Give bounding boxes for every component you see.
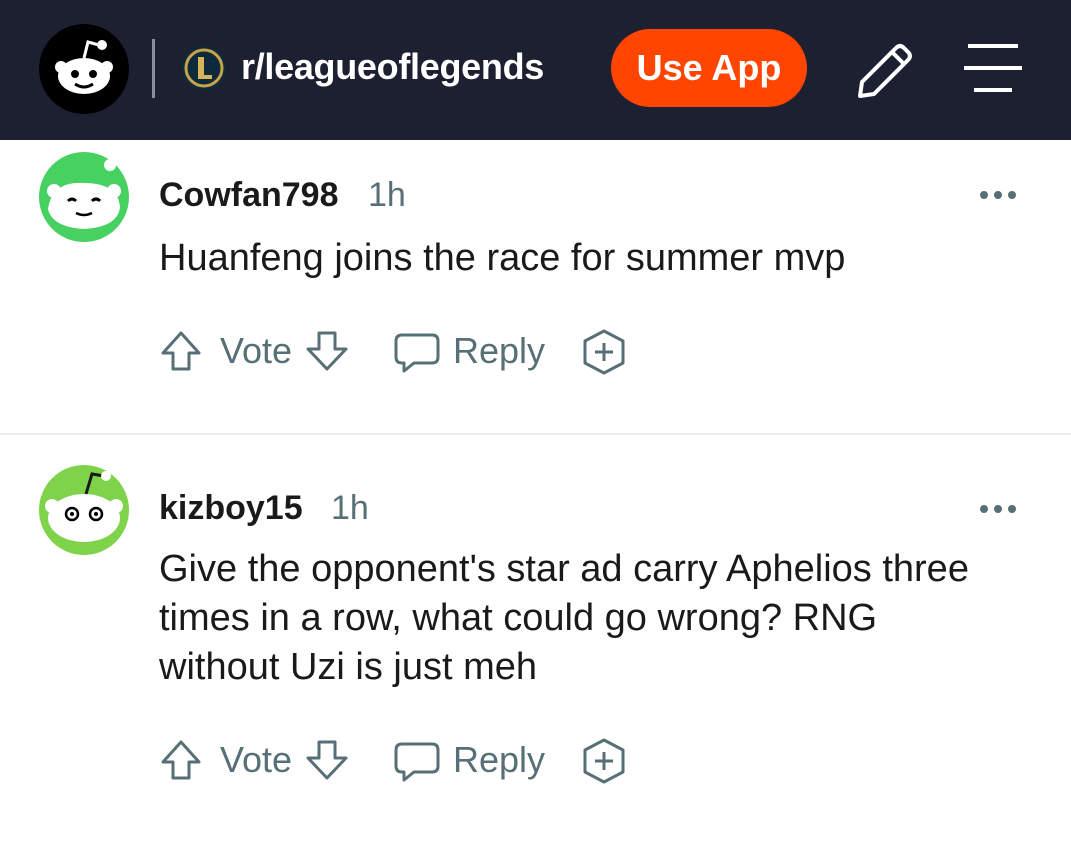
comment-author[interactable]: kizboy15 <box>159 488 303 528</box>
avatar[interactable] <box>38 464 130 556</box>
header-divider <box>152 39 155 98</box>
subreddit-name[interactable]: r/leagueoflegends <box>241 44 544 90</box>
subreddit-icon[interactable] <box>181 45 227 91</box>
more-options-icon[interactable] <box>978 188 1018 200</box>
vote-label: Vote <box>220 739 293 780</box>
downvote-arrow-icon[interactable] <box>304 738 350 782</box>
vote-label: Vote <box>220 330 293 371</box>
award-icon[interactable] <box>579 327 629 377</box>
comment-actions: Vote Reply <box>159 732 639 788</box>
downvote-arrow-icon[interactable] <box>304 329 350 373</box>
comment: kizboy15 1h Give the opponent's star ad … <box>0 435 1071 845</box>
reply-bubble-icon[interactable] <box>392 740 442 784</box>
reply-bubble-icon[interactable] <box>392 331 442 375</box>
comment: Cowfan798 1h Huanfeng joins the race for… <box>0 140 1071 435</box>
upvote-arrow-icon[interactable] <box>159 329 203 373</box>
upvote-arrow-icon[interactable] <box>159 738 203 782</box>
use-app-button[interactable]: Use App <box>611 29 807 107</box>
top-bar: r/leagueoflegends Use App <box>0 0 1071 140</box>
award-icon[interactable] <box>579 736 629 786</box>
avatar[interactable] <box>38 151 130 243</box>
comment-time: 1h <box>331 489 369 527</box>
comment-time: 1h <box>368 176 406 214</box>
comment-body: Huanfeng joins the race for summer mvp <box>159 237 846 279</box>
pencil-icon[interactable] <box>852 40 916 102</box>
reply-button[interactable]: Reply <box>453 732 545 788</box>
comment-author[interactable]: Cowfan798 <box>159 175 339 215</box>
comment-body: Give the opponent's star ad carry Apheli… <box>159 548 969 688</box>
menu-icon[interactable] <box>960 40 1026 96</box>
reddit-logo-icon[interactable] <box>39 24 129 114</box>
more-options-icon[interactable] <box>978 502 1018 514</box>
reply-button[interactable]: Reply <box>453 323 545 379</box>
comment-actions: Vote Reply <box>159 323 639 379</box>
